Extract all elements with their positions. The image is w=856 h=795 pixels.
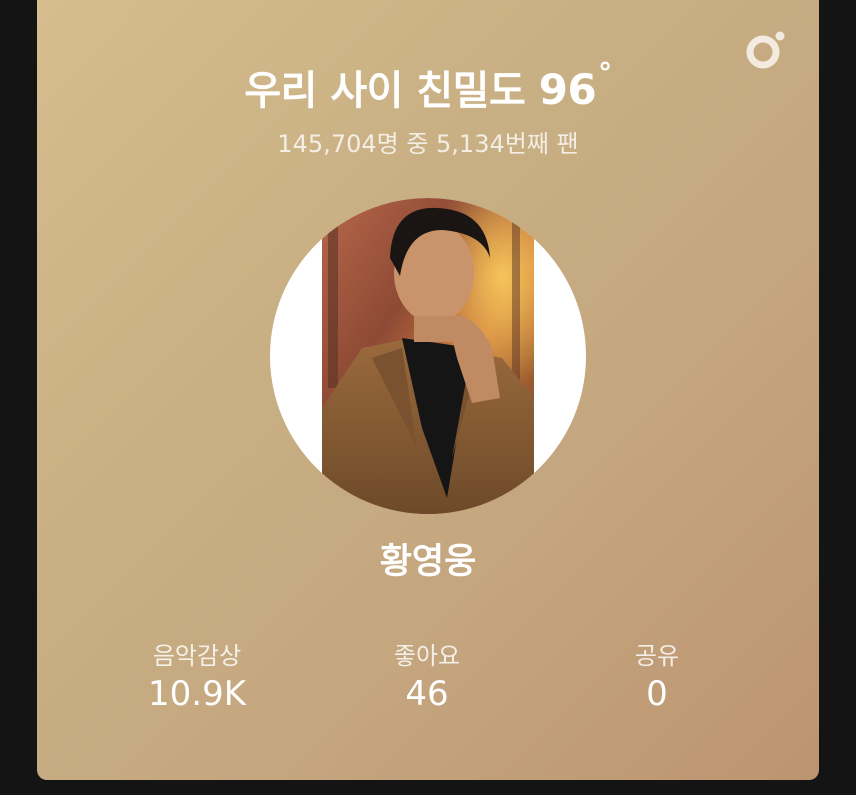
stat-label: 음악감상 — [152, 642, 242, 670]
stat-shares: 공유 0 — [557, 636, 757, 714]
artist-avatar[interactable] — [270, 198, 586, 514]
stat-value: 0 — [646, 674, 668, 714]
stat-likes: 좋아요 46 — [327, 636, 527, 714]
intimacy-title: 우리 사이 친밀도 96° — [37, 56, 819, 116]
intimacy-card: 우리 사이 친밀도 96° 145,704명 중 5,134번째 팬 황영웅 음… — [37, 0, 819, 780]
stat-value: 10.9K — [148, 674, 246, 714]
fan-rank-text: 145,704명 중 5,134번째 팬 — [277, 130, 579, 158]
title-text: 우리 사이 친밀도 — [244, 68, 526, 114]
degree-symbol: ° — [598, 56, 612, 89]
intimacy-score: 96 — [538, 65, 597, 114]
stat-value: 46 — [405, 674, 449, 714]
stat-listening: 음악감상 10.9K — [97, 636, 297, 714]
artist-photo — [322, 198, 534, 514]
artist-name: 황영웅 — [379, 542, 477, 582]
stat-label: 공유 — [634, 642, 680, 670]
stat-label: 좋아요 — [393, 642, 461, 670]
